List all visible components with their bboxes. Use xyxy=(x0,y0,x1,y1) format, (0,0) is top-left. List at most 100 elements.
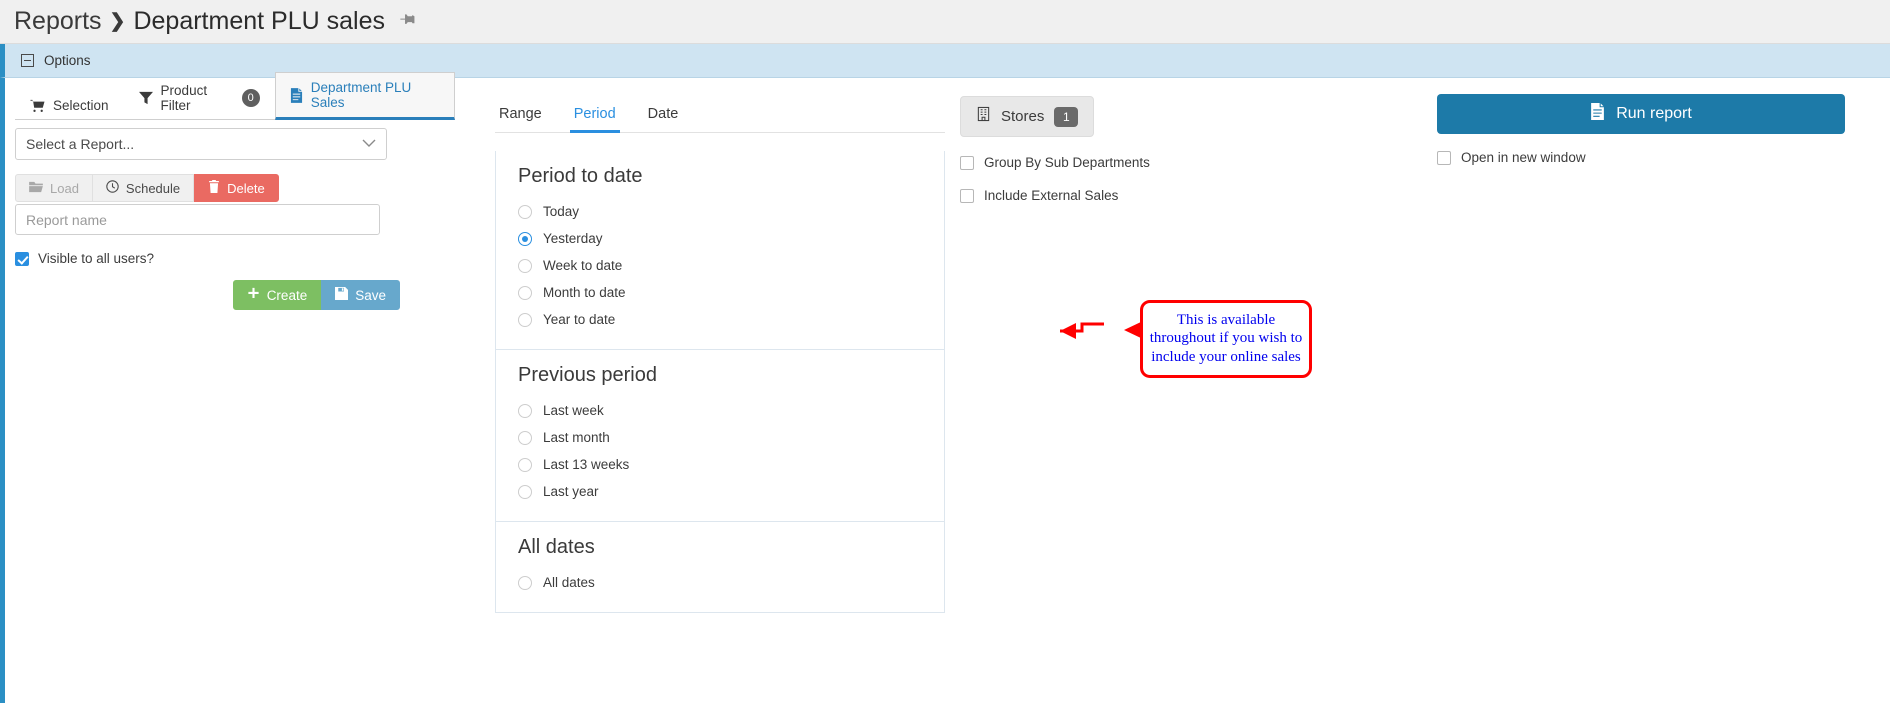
stores-button-label: Stores xyxy=(1001,108,1045,125)
radio-all-dates-label: All dates xyxy=(543,575,595,590)
annotation-callout: This is available throughout if you wish… xyxy=(1124,300,1312,378)
breadcrumb-separator-icon: ❯ xyxy=(109,11,126,32)
subtab-period-label: Period xyxy=(573,106,616,122)
delete-button-label: Delete xyxy=(227,180,265,196)
radio-month-to-date-label: Month to date xyxy=(543,285,626,300)
stores-count-badge: 1 xyxy=(1054,106,1079,127)
breadcrumb-root-link[interactable]: Reports xyxy=(14,7,102,36)
report-select-dropdown[interactable]: Select a Report... xyxy=(15,128,387,160)
main-body: Selection Product Filter 0 Department PL… xyxy=(0,72,1890,703)
period-to-date-group: Period to date Today Yesterday Week to d… xyxy=(495,151,945,350)
report-tabs: Selection Product Filter 0 Department PL… xyxy=(15,72,455,120)
document-icon xyxy=(1590,103,1605,125)
document-icon xyxy=(290,87,303,103)
run-report-button[interactable]: Run report xyxy=(1437,94,1845,134)
radio-today[interactable] xyxy=(518,204,532,219)
save-button-label: Save xyxy=(355,287,386,303)
radio-option-week-to-date[interactable]: Week to date xyxy=(518,252,944,279)
report-name-input[interactable]: Report name xyxy=(15,204,380,235)
visible-to-all-row[interactable]: Visible to all users? xyxy=(15,251,455,266)
radio-today-label: Today xyxy=(543,204,580,219)
report-select-value: Select a Report... xyxy=(26,136,135,152)
load-button[interactable]: Load xyxy=(15,174,93,202)
subtab-range-label: Range xyxy=(499,106,542,122)
radio-option-last-13-weeks[interactable]: Last 13 weeks xyxy=(518,451,944,478)
floppy-disk-icon xyxy=(335,287,349,303)
subtab-period[interactable]: Period xyxy=(558,98,632,133)
period-subtabs: Range Period Date xyxy=(495,98,945,133)
page-title: Department PLU sales xyxy=(133,7,385,35)
radio-option-month-to-date[interactable]: Month to date xyxy=(518,279,944,306)
load-button-label: Load xyxy=(50,180,79,196)
open-in-new-window-checkbox[interactable] xyxy=(1437,150,1451,165)
radio-last-month[interactable] xyxy=(518,430,532,445)
schedule-button-label: Schedule xyxy=(125,180,181,196)
previous-period-title: Previous period xyxy=(518,364,657,386)
tab-department-plu-sales-label: Department PLU Sales xyxy=(310,80,412,110)
radio-option-all-dates[interactable]: All dates xyxy=(518,569,944,596)
create-button[interactable]: Create xyxy=(232,280,322,310)
radio-yesterday[interactable] xyxy=(518,231,532,246)
minus-square-icon[interactable] xyxy=(21,54,34,67)
plus-icon xyxy=(247,287,260,303)
clock-icon xyxy=(106,180,119,196)
radio-option-yesterday[interactable]: Yesterday xyxy=(518,225,944,252)
delete-button[interactable]: Delete xyxy=(194,174,279,202)
radio-all-dates[interactable] xyxy=(518,575,532,590)
chevron-down-icon xyxy=(362,137,376,151)
visible-to-all-checkbox[interactable] xyxy=(15,251,29,266)
pin-icon[interactable] xyxy=(394,8,420,34)
group-by-sub-departments-checkbox[interactable] xyxy=(960,155,974,170)
building-icon xyxy=(976,106,991,127)
open-in-new-window-row[interactable]: Open in new window xyxy=(1437,150,1857,165)
radio-last-year[interactable] xyxy=(518,484,532,499)
radio-year-to-date[interactable] xyxy=(518,312,532,327)
subtab-range[interactable]: Range xyxy=(495,98,558,132)
trash-icon xyxy=(208,180,220,196)
radio-last-month-label: Last month xyxy=(543,430,610,445)
subtab-date[interactable]: Date xyxy=(632,98,695,132)
include-external-sales-row[interactable]: Include External Sales xyxy=(960,188,1360,203)
tab-product-filter[interactable]: Product Filter 0 xyxy=(124,75,275,120)
radio-week-to-date[interactable] xyxy=(518,258,532,273)
folder-open-icon xyxy=(29,181,43,196)
radio-last-13-weeks-label: Last 13 weeks xyxy=(543,457,630,472)
tab-department-plu-sales[interactable]: Department PLU Sales xyxy=(274,72,455,120)
schedule-button[interactable]: Schedule xyxy=(92,174,195,202)
report-name-placeholder: Report name xyxy=(26,211,107,228)
subtab-date-label: Date xyxy=(647,106,679,122)
radio-year-to-date-label: Year to date xyxy=(543,312,616,327)
open-in-new-window-label: Open in new window xyxy=(1461,150,1586,165)
include-external-sales-checkbox[interactable] xyxy=(960,188,974,203)
tab-selection[interactable]: Selection xyxy=(15,90,124,120)
all-dates-title: All dates xyxy=(518,536,595,558)
tab-product-filter-label: Product Filter xyxy=(160,83,208,113)
group-by-sub-departments-label: Group By Sub Departments xyxy=(984,155,1150,170)
save-button[interactable]: Save xyxy=(321,280,400,310)
stores-button[interactable]: Stores 1 xyxy=(960,96,1095,137)
run-report-panel: Run report Open in new window xyxy=(1437,94,1857,165)
group-by-sub-departments-row[interactable]: Group By Sub Departments xyxy=(960,155,1360,170)
radio-option-today[interactable]: Today xyxy=(518,198,944,225)
radio-option-year-to-date[interactable]: Year to date xyxy=(518,306,944,333)
radio-month-to-date[interactable] xyxy=(518,285,532,300)
radio-last-week-label: Last week xyxy=(543,403,604,418)
run-report-button-label: Run report xyxy=(1616,105,1692,122)
radio-week-to-date-label: Week to date xyxy=(543,258,623,273)
breadcrumb: Reports ❯ Department PLU sales xyxy=(0,0,1890,44)
previous-period-group: Previous period Last week Last month Las… xyxy=(495,350,945,522)
radio-last-week[interactable] xyxy=(518,403,532,418)
shopping-cart-icon xyxy=(30,99,45,113)
radio-option-last-month[interactable]: Last month xyxy=(518,424,944,451)
radio-option-last-year[interactable]: Last year xyxy=(518,478,944,505)
app-root: Reports ❯ Department PLU sales Options S… xyxy=(0,0,1890,703)
radio-last-13-weeks[interactable] xyxy=(518,457,532,472)
product-filter-badge: 0 xyxy=(241,89,260,107)
all-dates-group: All dates All dates xyxy=(495,522,945,613)
options-label: Options xyxy=(44,53,91,68)
funnel-icon xyxy=(138,91,153,105)
radio-option-last-week[interactable]: Last week xyxy=(518,397,944,424)
report-selection-panel: Selection Product Filter 0 Department PL… xyxy=(15,72,455,310)
include-external-sales-label: Include External Sales xyxy=(984,188,1119,203)
period-panel: Range Period Date Period to date Today Y… xyxy=(495,98,945,613)
